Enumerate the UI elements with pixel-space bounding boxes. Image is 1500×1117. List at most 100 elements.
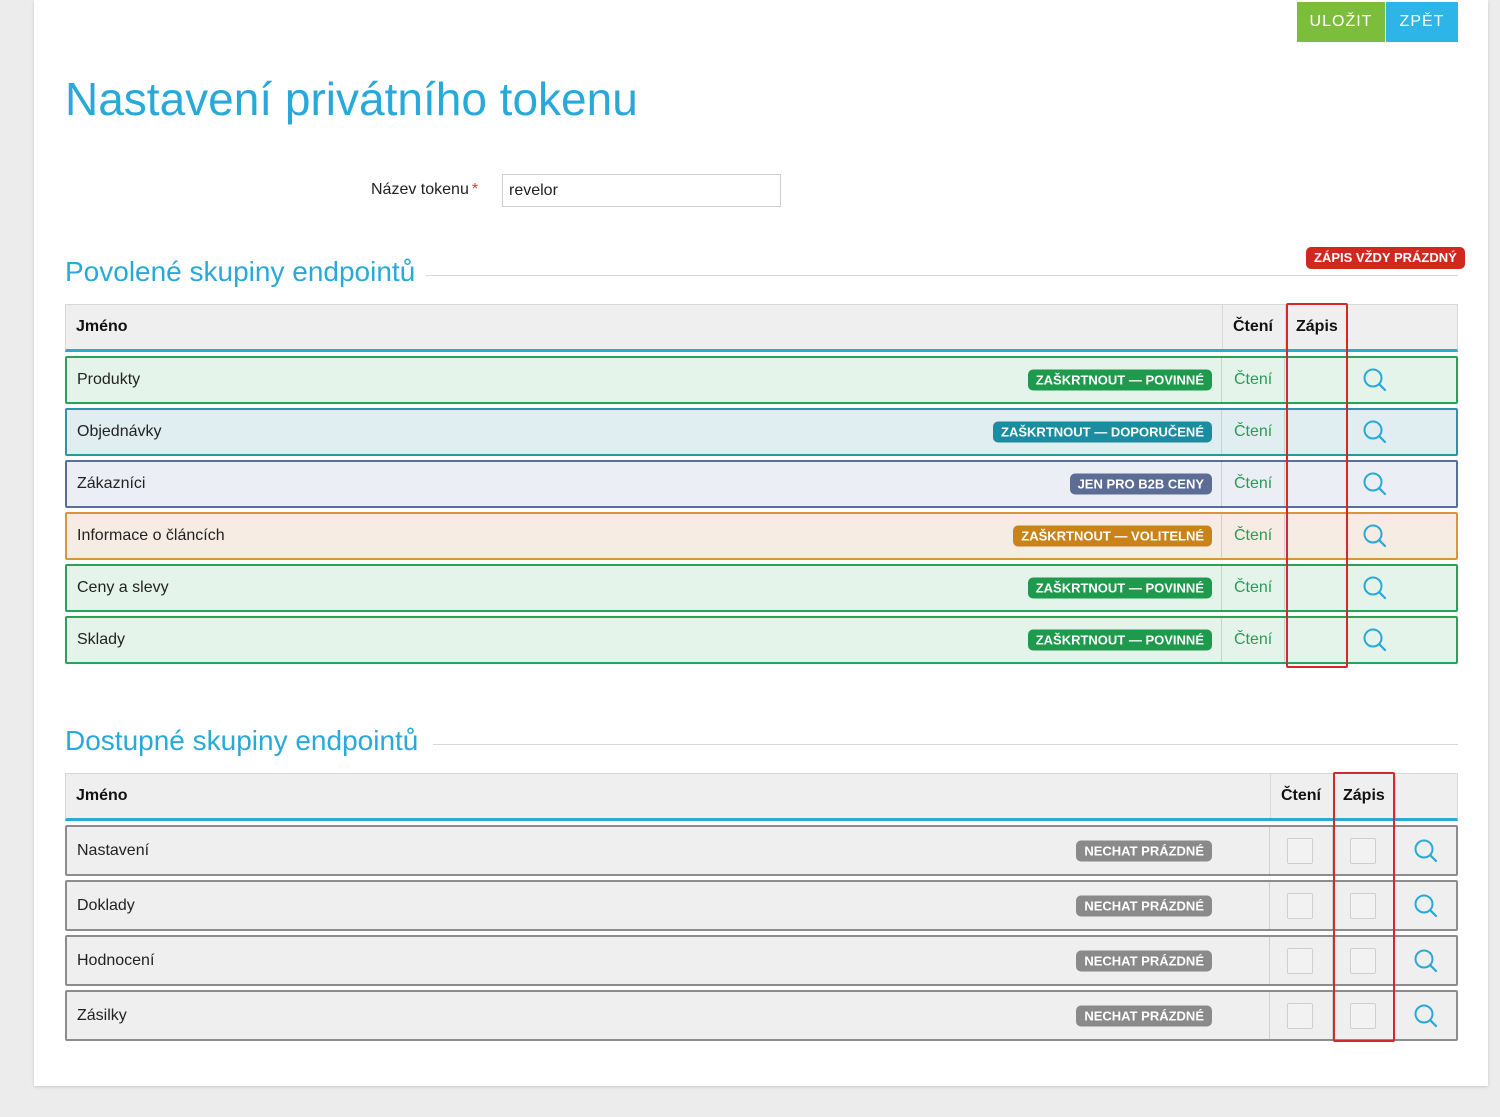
column-separator <box>1284 462 1285 506</box>
available-rows: Nastavení NECHAT PRÁZDNÉ Doklady NECHAT PRÁ… <box>65 825 1458 1041</box>
row-name: Zákazníci <box>77 475 146 492</box>
required-mark: * <box>471 181 479 198</box>
column-separator <box>1332 882 1333 929</box>
column-separator <box>1332 827 1333 874</box>
col-write-header: Zápis <box>1296 318 1338 335</box>
table-header: Jméno Čtení Zápis <box>65 773 1458 821</box>
search-icon[interactable] <box>1413 948 1439 974</box>
column-separator <box>1346 514 1347 558</box>
row-name: Objednávky <box>77 423 162 440</box>
table-row: Informace o článcích ZAŠKRTNOUT — VOLITEL… <box>65 512 1458 560</box>
allowed-rows: Produkty ZAŠKRTNOUT — POVINNÉ Čtení Objedná… <box>65 356 1458 664</box>
search-icon[interactable] <box>1362 575 1388 601</box>
column-separator <box>1284 566 1285 610</box>
column-separator <box>1395 774 1396 818</box>
read-checkbox[interactable] <box>1287 892 1313 919</box>
write-checkbox[interactable] <box>1350 947 1376 974</box>
search-icon[interactable] <box>1413 1003 1439 1029</box>
search-icon[interactable] <box>1362 523 1388 549</box>
column-separator <box>1284 358 1285 402</box>
table-row: Objednávky ZAŠKRTNOUT — DOPORUČENÉ Čtení <box>65 408 1458 456</box>
write-checkbox[interactable] <box>1350 837 1376 864</box>
table-row: Hodnocení NECHAT PRÁZDNÉ <box>65 935 1458 986</box>
section-divider <box>433 744 1458 745</box>
table-row: Zákazníci JEN PRO B2B CENY Čtení <box>65 460 1458 508</box>
row-tag-badge: NECHAT PRÁZDNÉ <box>1076 950 1212 971</box>
read-checkbox[interactable] <box>1287 837 1313 864</box>
search-icon[interactable] <box>1413 893 1439 919</box>
column-separator <box>1394 827 1395 874</box>
row-tag-badge: ZAŠKRTNOUT — POVINNÉ <box>1027 629 1212 651</box>
read-permission-label: Čtení <box>1234 423 1273 440</box>
read-checkbox[interactable] <box>1287 947 1313 974</box>
column-separator <box>1269 992 1270 1039</box>
column-separator <box>1284 514 1285 558</box>
row-tag-badge: ZAŠKRTNOUT — POVINNÉ <box>1027 577 1212 599</box>
column-separator <box>1284 410 1285 454</box>
token-name-input[interactable] <box>502 174 781 207</box>
row-name: Nastavení <box>77 841 150 859</box>
search-icon[interactable] <box>1362 471 1388 497</box>
page-title: Nastavení privátního tokenu <box>65 73 638 125</box>
table-row: Doklady NECHAT PRÁZDNÉ <box>65 880 1458 931</box>
column-separator <box>1394 882 1395 929</box>
column-separator <box>1221 462 1222 506</box>
column-separator <box>1332 992 1333 1039</box>
row-tag-badge: ZAŠKRTNOUT — DOPORUČENÉ <box>993 421 1212 443</box>
row-tag-badge: JEN PRO B2B CENY <box>1069 473 1212 495</box>
allowed-section-title: Povolené skupiny endpointů <box>65 256 416 287</box>
search-icon[interactable] <box>1362 627 1388 653</box>
main-panel: ULOŽIT ZPĚT Nastavení privátního tokenu … <box>34 0 1488 1086</box>
column-separator <box>1394 937 1395 984</box>
back-button[interactable]: ZPĚT <box>1386 2 1458 42</box>
column-separator <box>1285 305 1286 349</box>
table-row: Zásilky NECHAT PRÁZDNÉ <box>65 990 1458 1041</box>
read-permission-label: Čtení <box>1234 579 1273 596</box>
read-permission-label: Čtení <box>1234 631 1273 648</box>
column-separator <box>1221 358 1222 402</box>
available-table: Jméno Čtení Zápis Nastavení NECHAT PRÁZDN… <box>65 773 1458 1041</box>
col-read-header: Čtení <box>1233 318 1273 335</box>
col-write-header: Zápis <box>1343 787 1385 804</box>
column-separator <box>1346 358 1347 402</box>
column-separator <box>1346 462 1347 506</box>
token-name-label-text: Název tokenu <box>371 181 469 198</box>
col-name-header: Jméno <box>76 787 128 804</box>
row-name: Informace o článcích <box>77 527 225 544</box>
available-section-title: Dostupné skupiny endpointů <box>65 725 419 756</box>
column-separator <box>1270 774 1271 818</box>
read-permission-label: Čtení <box>1234 371 1273 388</box>
row-tag-badge: ZAŠKRTNOUT — POVINNÉ <box>1027 369 1212 391</box>
save-button[interactable]: ULOŽIT <box>1297 2 1385 42</box>
search-icon[interactable] <box>1362 419 1388 445</box>
column-separator <box>1221 410 1222 454</box>
column-separator <box>1394 992 1395 1039</box>
row-tag-badge: NECHAT PRÁZDNÉ <box>1076 895 1212 916</box>
search-icon[interactable] <box>1362 367 1388 393</box>
row-name: Sklady <box>77 631 126 648</box>
col-read-header: Čtení <box>1281 787 1321 804</box>
write-checkbox[interactable] <box>1350 1002 1376 1029</box>
column-separator <box>1346 410 1347 454</box>
column-separator <box>1222 305 1223 349</box>
column-separator <box>1333 774 1334 818</box>
allowed-table: Jméno Čtení Zápis Produkty ZAŠKRTNOUT — P… <box>65 304 1458 664</box>
row-name: Hodnocení <box>77 951 155 969</box>
column-separator <box>1346 618 1347 662</box>
column-separator <box>1269 827 1270 874</box>
section-divider <box>426 275 1458 276</box>
column-separator <box>1221 514 1222 558</box>
read-checkbox[interactable] <box>1287 1002 1313 1029</box>
write-checkbox[interactable] <box>1350 892 1376 919</box>
column-separator <box>1346 566 1347 610</box>
row-name: Ceny a slevy <box>77 579 169 596</box>
row-name: Doklady <box>77 896 135 914</box>
search-icon[interactable] <box>1413 838 1439 864</box>
row-name: Produkty <box>77 371 141 388</box>
row-tag-badge: NECHAT PRÁZDNÉ <box>1076 840 1212 861</box>
read-permission-label: Čtení <box>1234 527 1273 544</box>
column-separator <box>1332 937 1333 984</box>
table-row: Produkty ZAŠKRTNOUT — POVINNÉ Čtení <box>65 356 1458 404</box>
table-header: Jméno Čtení Zápis <box>65 304 1458 352</box>
column-separator <box>1221 566 1222 610</box>
